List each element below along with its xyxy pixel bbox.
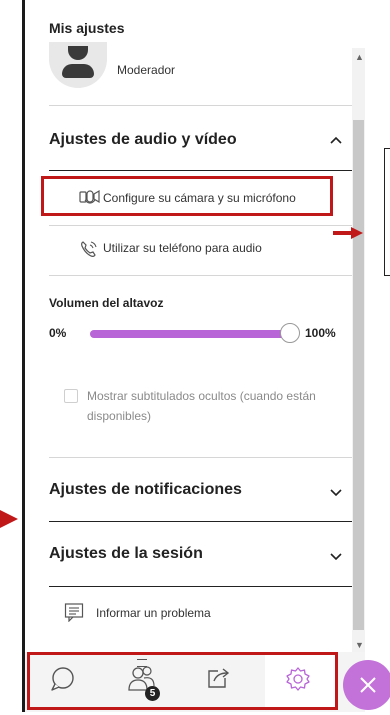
volume-slider-fill xyxy=(90,330,290,338)
phone-label: Utilizar su teléfono para audio xyxy=(103,241,262,255)
user-role: Moderador xyxy=(117,63,176,77)
scroll-up-icon[interactable]: ▲ xyxy=(355,52,364,62)
divider xyxy=(49,275,354,276)
highlight-box xyxy=(41,176,333,216)
divider xyxy=(49,586,354,587)
phone-icon xyxy=(79,239,97,257)
chevron-down-icon[interactable] xyxy=(327,483,345,501)
divider xyxy=(49,170,354,171)
annotation-arrow-left-icon xyxy=(0,510,20,533)
avatar-head xyxy=(68,46,88,60)
volume-label: Volumen del altavoz xyxy=(49,296,164,310)
volume-min-label: 0% xyxy=(49,326,67,340)
report-problem-link[interactable]: Informar un problema xyxy=(96,606,211,620)
chevron-down-icon[interactable] xyxy=(327,547,345,565)
captions-checkbox[interactable] xyxy=(64,389,78,403)
report-icon xyxy=(64,602,84,627)
captions-label: Mostrar subtitulados ocultos (cuando est… xyxy=(87,389,316,423)
divider xyxy=(49,105,354,106)
scrollbar-thumb[interactable] xyxy=(353,120,364,630)
toolbar-highlight-box xyxy=(27,652,338,710)
close-button[interactable] xyxy=(343,660,390,710)
use-phone-audio-button[interactable]: Utilizar su teléfono para audio xyxy=(49,228,354,268)
divider xyxy=(49,457,354,458)
panel-title: Mis ajustes xyxy=(49,20,125,36)
close-icon xyxy=(360,677,376,693)
chevron-up-icon[interactable] xyxy=(327,132,345,150)
settings-panel: Mis ajustes Moderador Ajustes de audio y… xyxy=(25,0,365,652)
section-title-audio-video[interactable]: Ajustes de audio y vídeo xyxy=(49,131,237,149)
volume-max-label: 100% xyxy=(305,326,336,340)
volume-slider-handle[interactable] xyxy=(280,323,300,343)
annotation-arrow-right-icon xyxy=(333,226,363,244)
avatar xyxy=(49,42,107,88)
divider xyxy=(49,225,354,226)
volume-slider[interactable] xyxy=(90,323,300,343)
section-title-notifications[interactable]: Ajustes de notificaciones xyxy=(49,481,242,499)
avatar-body xyxy=(62,64,94,78)
section-title-session[interactable]: Ajustes de la sesión xyxy=(49,545,203,563)
divider xyxy=(49,521,354,522)
callout-box xyxy=(384,148,390,276)
scroll-down-icon[interactable]: ▼ xyxy=(355,640,364,650)
